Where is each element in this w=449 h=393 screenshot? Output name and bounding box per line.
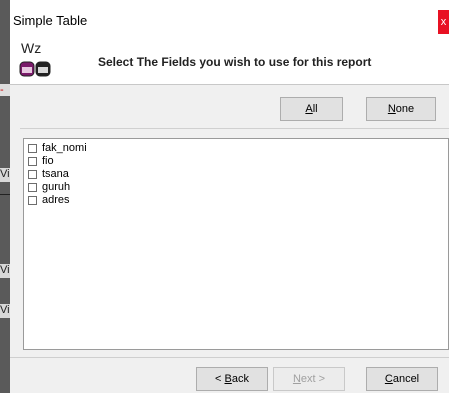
footer-divider <box>10 357 449 358</box>
wizard-logo-icon <box>19 61 51 77</box>
field-label: fio <box>42 155 54 167</box>
cancel-button[interactable]: Cancel <box>366 367 438 391</box>
close-icon: x <box>440 16 447 28</box>
background-fragment: Vi <box>0 304 10 318</box>
select-all-label: ll <box>312 103 318 115</box>
select-none-label: one <box>395 103 415 115</box>
field-item-tsana[interactable]: tsana <box>28 168 69 180</box>
cancel-label: ancel <box>392 373 420 385</box>
background-line <box>0 194 10 195</box>
background-fragment: Vi <box>0 264 10 278</box>
field-checkbox[interactable] <box>28 143 37 153</box>
background-app-strip <box>0 0 10 393</box>
field-checkbox[interactable] <box>28 169 37 179</box>
divider <box>20 128 449 129</box>
field-checkbox[interactable] <box>28 195 37 205</box>
select-none-mnemonic: N <box>387 103 396 115</box>
select-all-mnemonic: A <box>305 103 313 115</box>
field-item-adres[interactable]: adres <box>28 194 70 206</box>
select-all-button[interactable]: All <box>280 97 343 121</box>
field-checkbox[interactable] <box>28 156 37 166</box>
instruction-text: Select The Fields you wish to use for th… <box>98 55 372 69</box>
fields-list[interactable]: fak_nomi fio tsana guruh adres <box>23 138 449 350</box>
field-label: adres <box>42 194 70 206</box>
select-none-button[interactable]: None <box>366 97 436 121</box>
background-fragment: Vi <box>0 168 10 182</box>
field-item-fak-nomi[interactable]: fak_nomi <box>28 142 87 154</box>
field-item-fio[interactable]: fio <box>28 155 54 167</box>
cancel-mnemonic: C <box>384 373 393 385</box>
field-checkbox[interactable] <box>28 182 37 192</box>
next-mnemonic: N <box>292 373 301 385</box>
next-button[interactable]: Next > <box>273 367 345 391</box>
back-label: ack <box>231 373 249 385</box>
field-item-guruh[interactable]: guruh <box>28 181 70 193</box>
next-label: ext > <box>300 373 326 385</box>
title-bar: Simple Table x <box>10 0 449 40</box>
field-label: guruh <box>42 181 71 193</box>
wizard-header: Wz Select The Fields you wish to use for… <box>10 40 449 85</box>
dialog-title: Simple Table <box>13 13 88 28</box>
back-arrow-icon: < <box>215 373 225 385</box>
back-button[interactable]: < Back <box>196 367 268 391</box>
back-mnemonic: B <box>224 373 232 385</box>
field-label: tsana <box>42 168 69 180</box>
background-fragment: - <box>0 84 10 96</box>
close-button[interactable]: x <box>438 10 449 34</box>
field-label: fak_nomi <box>42 142 87 154</box>
simple-table-dialog: Simple Table x Wz Select The Fields you … <box>10 0 449 393</box>
